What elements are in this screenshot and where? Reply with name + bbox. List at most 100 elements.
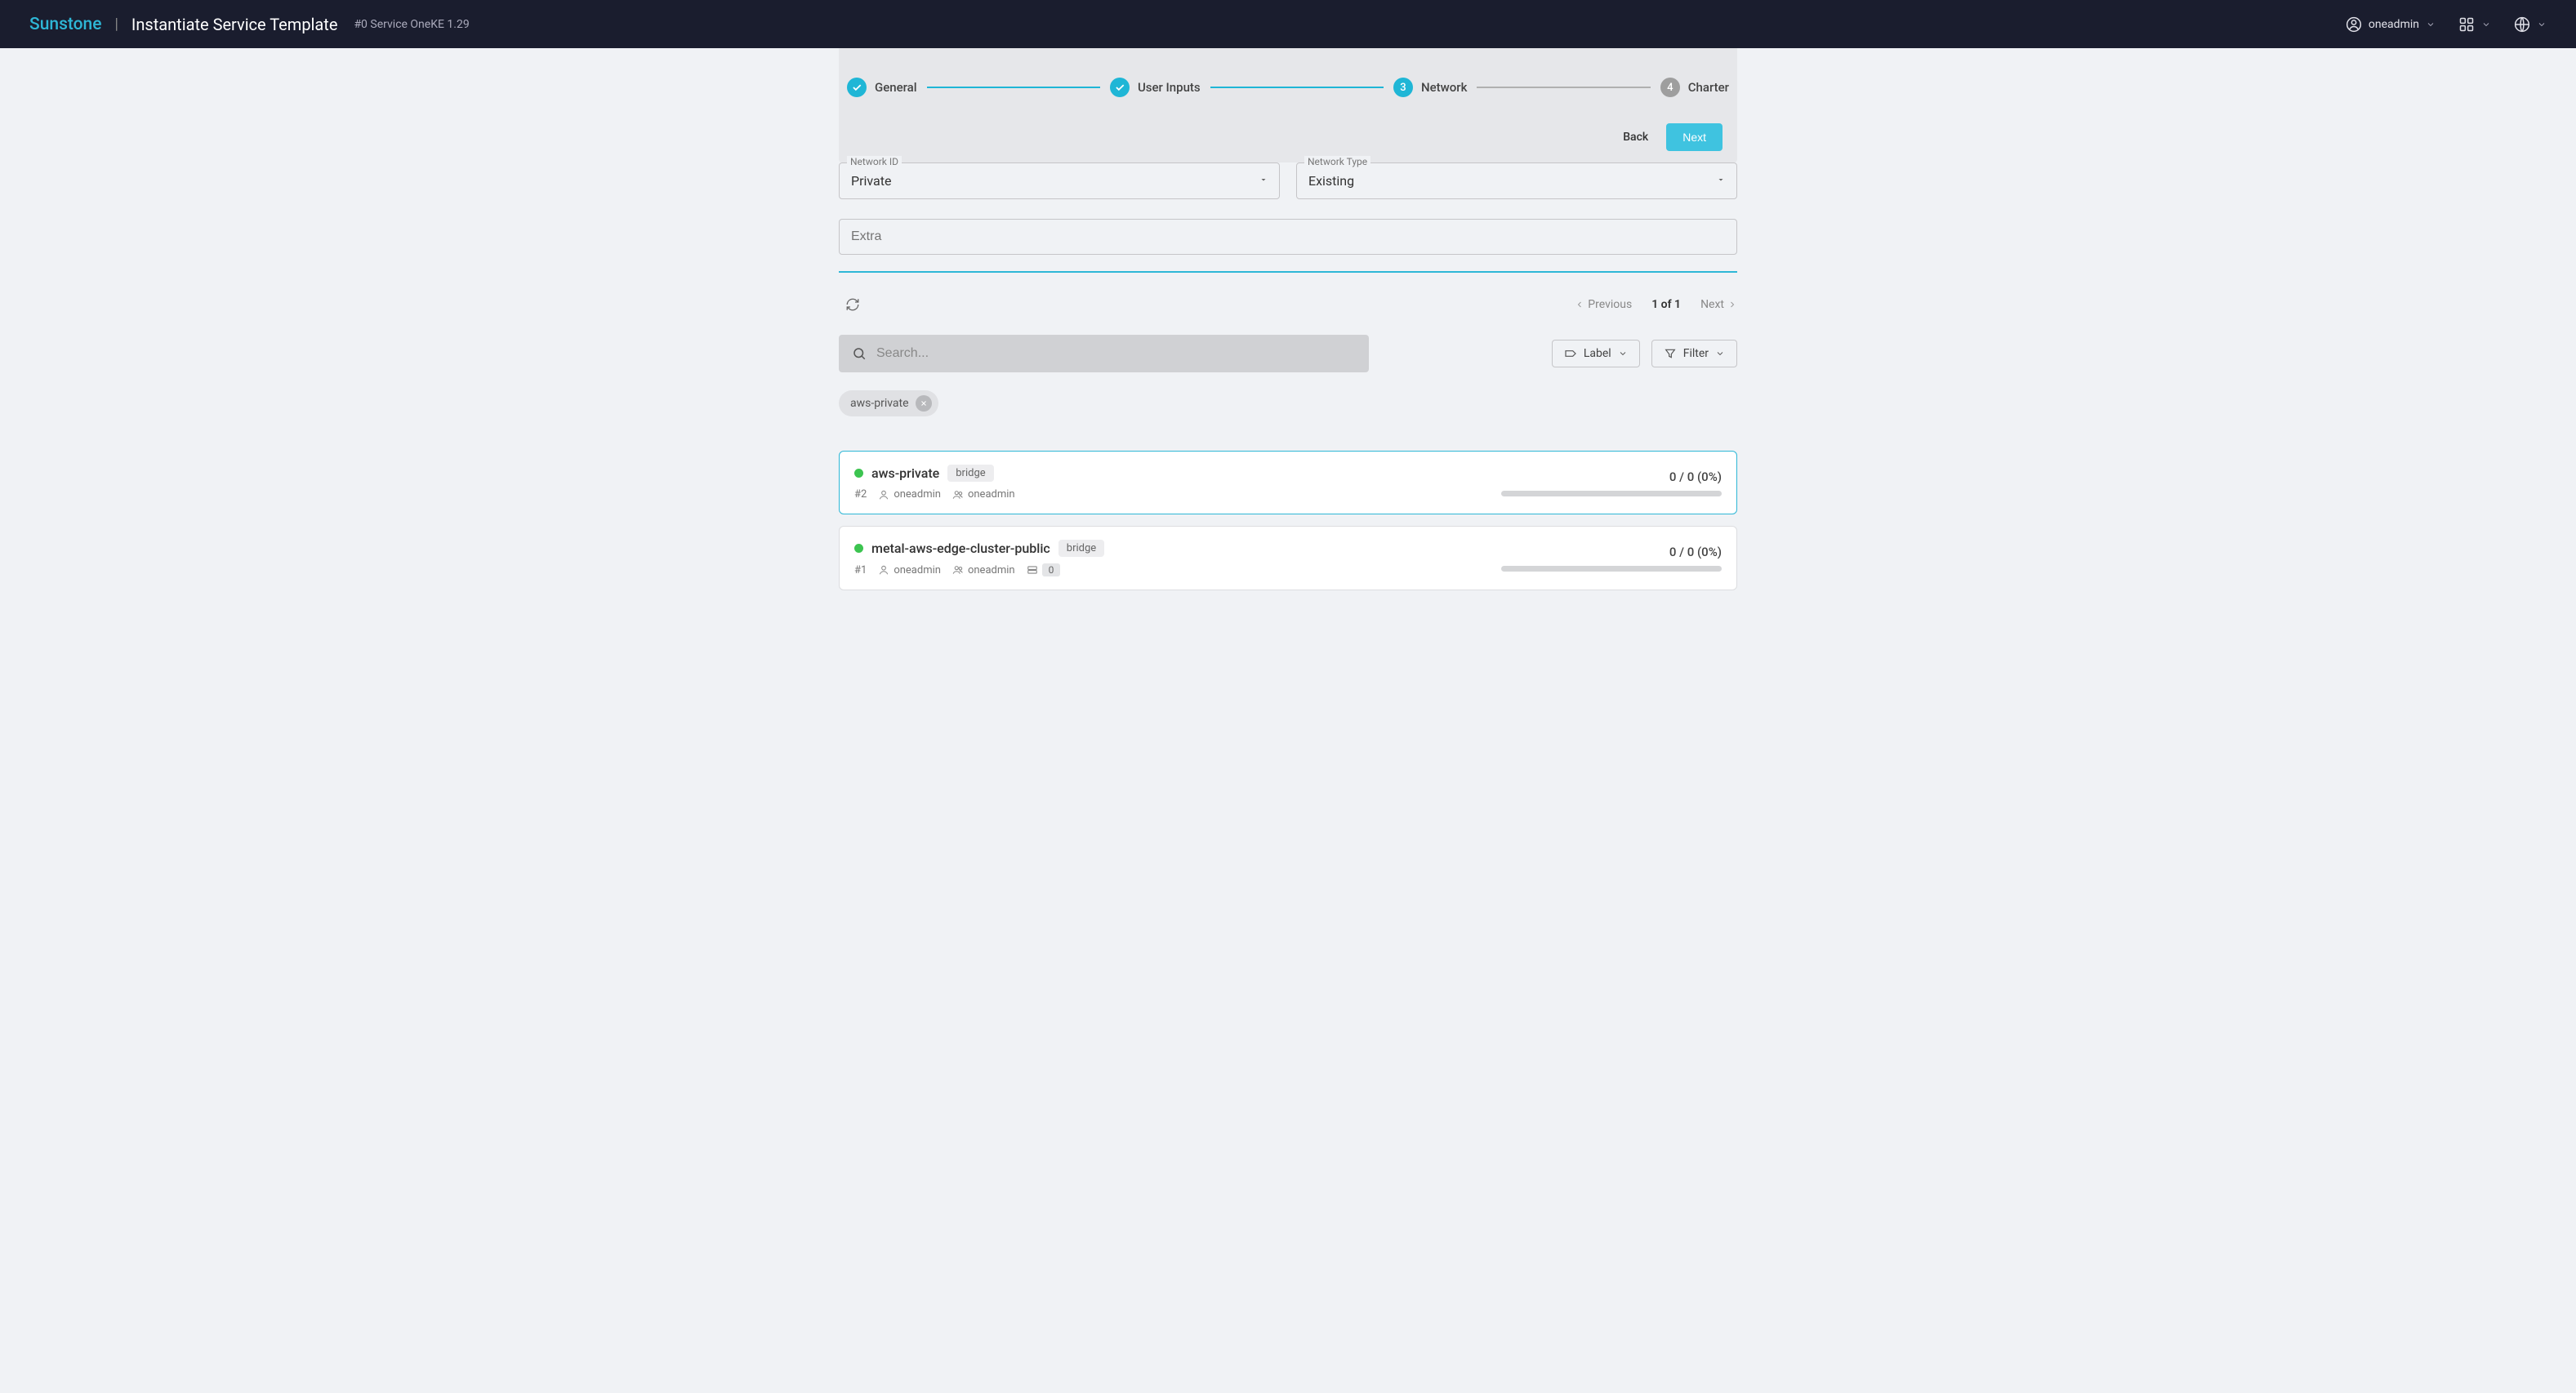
separator: [839, 271, 1737, 273]
right-buttons: Label Filter: [1552, 340, 1737, 367]
brand[interactable]: Sunstone: [29, 15, 102, 34]
network-title-row: metal-aws-edge-cluster-public bridge: [854, 540, 1104, 557]
step-charter[interactable]: 4 Charter: [1660, 78, 1729, 97]
cluster-item: 0: [1027, 563, 1061, 576]
network-id-label: Network ID: [847, 156, 902, 167]
network-type-label: Network Type: [1304, 156, 1370, 167]
chip-text: aws-private: [850, 397, 909, 410]
step-user-inputs[interactable]: User Inputs: [1110, 78, 1201, 97]
chevron-down-icon: [2537, 20, 2547, 29]
label-button[interactable]: Label: [1552, 340, 1640, 367]
pager-next[interactable]: Next: [1700, 298, 1737, 311]
step-connector: [1210, 87, 1384, 88]
step-connector: [927, 87, 1100, 88]
user-icon: [878, 489, 889, 501]
stepper-box: General User Inputs 3 Network 4 Charter …: [839, 48, 1737, 162]
network-meta-row: #2 oneadmin oneadmin: [854, 488, 1015, 501]
pager-prev-label: Previous: [1588, 298, 1632, 311]
network-type-select[interactable]: Existing: [1296, 162, 1737, 199]
owner-item: oneadmin: [878, 564, 941, 576]
network-card[interactable]: aws-private bridge #2 oneadmin oneadmin: [839, 451, 1737, 514]
network-meta-row: #1 oneadmin oneadmin 0: [854, 563, 1104, 576]
form-row: Network ID Private Network Type Existing: [839, 162, 1737, 199]
group-item: oneadmin: [952, 564, 1015, 576]
search-icon: [852, 346, 867, 361]
search-box[interactable]: [839, 335, 1369, 372]
step-circle: 4: [1660, 78, 1680, 97]
refresh-button[interactable]: [839, 291, 867, 318]
owner-item: oneadmin: [878, 488, 941, 501]
topbar: Sunstone | Instantiate Service Template …: [0, 0, 2576, 48]
back-button[interactable]: Back: [1620, 124, 1651, 150]
next-button[interactable]: Next: [1666, 123, 1723, 151]
chip-remove[interactable]: [916, 395, 932, 412]
step-circle: [847, 78, 867, 97]
close-icon: [920, 399, 928, 407]
step-general[interactable]: General: [847, 78, 917, 97]
page-title: Instantiate Service Template: [131, 15, 338, 34]
cluster-count: 0: [1042, 563, 1061, 576]
pager-previous[interactable]: Previous: [1575, 298, 1632, 311]
extra-row: [839, 219, 1737, 255]
chip-row: aws-private: [839, 390, 1737, 416]
chevron-down-icon: [2426, 20, 2436, 29]
chevron-left-icon: [1575, 300, 1584, 309]
owner-name: oneadmin: [894, 564, 941, 576]
extra-input[interactable]: [839, 219, 1737, 255]
group-name: oneadmin: [968, 488, 1015, 501]
main-container: General User Inputs 3 Network 4 Charter …: [839, 48, 1737, 590]
network-card-right: 0 / 0 (0%): [1501, 545, 1722, 572]
check-icon: [1114, 82, 1125, 93]
network-name: metal-aws-edge-cluster-public: [871, 541, 1050, 556]
network-id: #1: [854, 564, 867, 576]
bridge-badge: bridge: [1058, 540, 1104, 557]
check-icon: [851, 82, 862, 93]
grid-icon: [2458, 16, 2475, 33]
pager-next-label: Next: [1700, 298, 1724, 311]
group-name: oneadmin: [968, 564, 1015, 576]
step-network[interactable]: 3 Network: [1393, 78, 1467, 97]
user-menu[interactable]: oneadmin: [2346, 16, 2436, 33]
step-circle: [1110, 78, 1130, 97]
page-subtitle: #0 Service OneKE 1.29: [354, 18, 469, 31]
network-usage: 0 / 0 (0%): [1669, 470, 1722, 484]
group-icon: [952, 564, 964, 576]
divider: |: [115, 16, 118, 33]
step-label: Network: [1421, 80, 1467, 95]
step-label: General: [875, 80, 917, 95]
network-id-select[interactable]: Private: [839, 162, 1280, 199]
network-id: #2: [854, 488, 867, 501]
network-card-left: aws-private bridge #2 oneadmin oneadmin: [854, 465, 1015, 501]
zone-menu[interactable]: [2514, 16, 2547, 33]
filter-icon: [1664, 347, 1677, 360]
network-usage: 0 / 0 (0%): [1669, 545, 1722, 559]
filter-button[interactable]: Filter: [1651, 340, 1737, 367]
topbar-right: oneadmin: [2346, 16, 2547, 33]
owner-name: oneadmin: [894, 488, 941, 501]
stepper: General User Inputs 3 Network 4 Charter: [847, 78, 1729, 120]
status-dot-icon: [854, 469, 863, 478]
server-icon: [1027, 564, 1038, 576]
network-title-row: aws-private bridge: [854, 465, 1015, 482]
network-card-left: metal-aws-edge-cluster-public bridge #1 …: [854, 540, 1104, 576]
network-card[interactable]: metal-aws-edge-cluster-public bridge #1 …: [839, 526, 1737, 590]
network-type-wrap: Network Type Existing: [1296, 162, 1737, 199]
user-icon: [878, 564, 889, 576]
chevron-down-icon: [1715, 349, 1725, 358]
step-connector: [1477, 87, 1650, 88]
filter-chip: aws-private: [839, 390, 938, 416]
filter-text: Filter: [1683, 347, 1709, 360]
chevron-down-icon: [2481, 20, 2491, 29]
usage-bar: [1501, 491, 1722, 496]
network-name: aws-private: [871, 465, 939, 481]
topbar-left: Sunstone | Instantiate Service Template …: [29, 15, 470, 34]
label-icon: [1564, 347, 1577, 360]
pager: Previous 1 of 1 Next: [1575, 298, 1737, 311]
apps-menu[interactable]: [2458, 16, 2491, 33]
usage-bar: [1501, 566, 1722, 572]
stepper-actions: Back Next: [847, 120, 1729, 154]
step-circle: 3: [1393, 78, 1413, 97]
search-input[interactable]: [876, 346, 1356, 361]
globe-icon: [2514, 16, 2530, 33]
network-card-right: 0 / 0 (0%): [1501, 470, 1722, 496]
